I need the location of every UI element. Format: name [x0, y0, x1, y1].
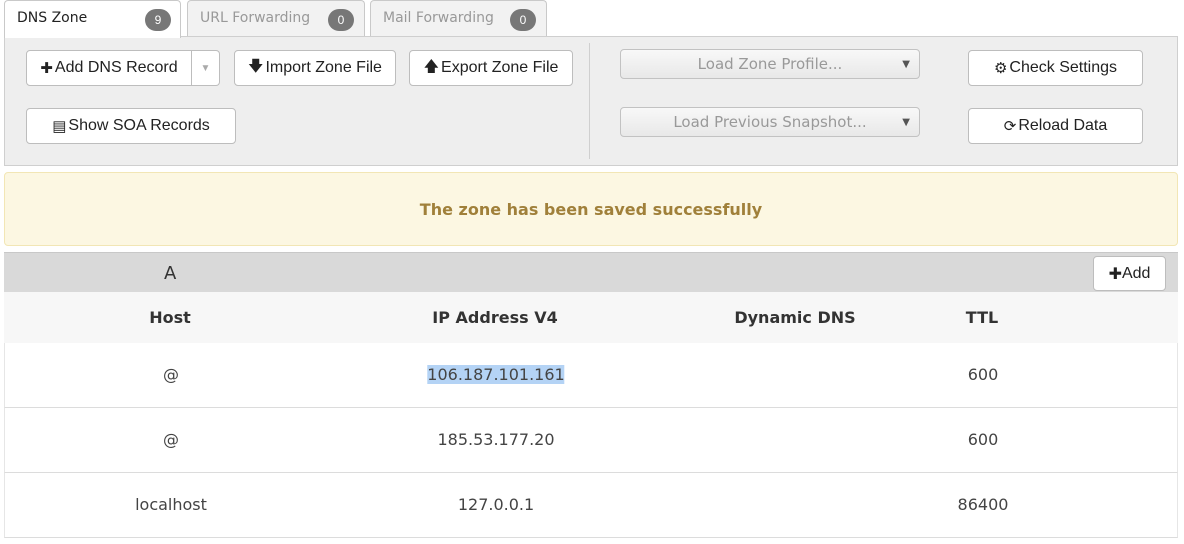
arrow-down-icon: 🡇	[248, 57, 264, 75]
gear-icon: ⚙	[993, 60, 1008, 77]
success-alert-message: The zone has been saved successfully	[419, 199, 763, 219]
add-record-label: Add	[1121, 264, 1151, 282]
tab-dns-zone-label: DNS Zone	[17, 10, 88, 26]
list-icon: ▤	[52, 118, 67, 135]
load-previous-snapshot-value: Load Previous Snapshot...	[673, 113, 867, 131]
table-row[interactable]: @ 106.187.101.161 600	[4, 343, 1178, 408]
export-zone-file-label: Export Zone File	[441, 59, 559, 76]
cell-host: @	[163, 365, 179, 384]
show-soa-records-button[interactable]: ▤ Show SOA Records	[26, 108, 236, 144]
column-header-dynamic-dns: Dynamic DNS	[734, 308, 856, 327]
chevron-down-icon: ▼	[200, 62, 211, 74]
show-soa-records-label: Show SOA Records	[68, 117, 210, 134]
arrow-up-icon: 🡅	[423, 57, 440, 75]
plus-icon: ✚	[40, 60, 53, 77]
zone-tabs: DNS Zone 9 URL Forwarding 0 Mail Forward…	[4, 0, 1178, 38]
tab-url-forwarding-count-badge: 0	[328, 9, 354, 31]
table-header: Host IP Address V4 Dynamic DNS TTL	[4, 292, 1178, 344]
add-dns-record-button[interactable]: ✚ Add DNS Record	[26, 50, 192, 86]
cell-ip-address: 127.0.0.1	[457, 495, 535, 514]
import-zone-file-button[interactable]: 🡇 Import Zone File	[234, 50, 396, 86]
add-record-button[interactable]: ✚ Add	[1093, 256, 1166, 291]
reload-data-button[interactable]: ⟳ Reload Data	[968, 108, 1143, 144]
load-zone-profile-value: Load Zone Profile...	[697, 55, 843, 73]
record-type-title: A	[164, 263, 177, 284]
cell-ttl: 600	[967, 365, 999, 384]
refresh-icon: ⟳	[1003, 118, 1017, 135]
load-previous-snapshot-select[interactable]: Load Previous Snapshot... ▼	[620, 107, 920, 137]
tab-mail-forwarding-count-badge: 0	[510, 9, 536, 31]
tab-mail-forwarding-label: Mail Forwarding	[383, 10, 494, 26]
cell-ttl: 600	[967, 430, 999, 449]
cell-host: localhost	[135, 495, 207, 514]
tab-mail-forwarding[interactable]: Mail Forwarding 0	[370, 0, 547, 37]
column-header-host: Host	[149, 308, 191, 327]
tab-dns-zone-count-badge: 9	[145, 9, 171, 31]
chevron-down-icon: ▼	[902, 117, 910, 128]
tab-dns-zone[interactable]: DNS Zone 9	[4, 0, 181, 38]
add-dns-record-label: Add DNS Record	[54, 59, 178, 76]
plus-icon: ✚	[1108, 265, 1122, 283]
chevron-down-icon: ▼	[902, 59, 910, 70]
add-dns-record-dropdown-toggle[interactable]: ▼	[192, 50, 220, 86]
table-row[interactable]: localhost 127.0.0.1 86400	[4, 473, 1178, 538]
tab-url-forwarding-label: URL Forwarding	[200, 10, 311, 26]
cell-ip-address: 185.53.177.20	[437, 430, 555, 449]
cell-ttl: 86400	[957, 495, 1009, 514]
cell-host: @	[163, 430, 179, 449]
check-settings-label: Check Settings	[1009, 59, 1118, 76]
toolbar-divider	[589, 43, 590, 159]
load-zone-profile-select[interactable]: Load Zone Profile... ▼	[620, 49, 920, 79]
success-alert: The zone has been saved successfully	[4, 172, 1178, 246]
reload-data-label: Reload Data	[1018, 117, 1108, 134]
import-zone-file-label: Import Zone File	[265, 59, 382, 76]
column-header-ip-address: IP Address V4	[432, 308, 558, 327]
export-zone-file-button[interactable]: 🡅 Export Zone File	[409, 50, 573, 86]
tab-url-forwarding[interactable]: URL Forwarding 0	[187, 0, 365, 37]
table-row[interactable]: @ 185.53.177.20 600	[4, 408, 1178, 473]
column-header-ttl: TTL	[965, 308, 999, 327]
cell-ip-address: 106.187.101.161	[427, 365, 565, 384]
check-settings-button[interactable]: ⚙ Check Settings	[968, 50, 1143, 86]
record-type-header: A ✚ Add	[4, 252, 1178, 292]
toolbar: ✚ Add DNS Record ▼ 🡇 Import Zone File 🡅 …	[4, 36, 1178, 166]
